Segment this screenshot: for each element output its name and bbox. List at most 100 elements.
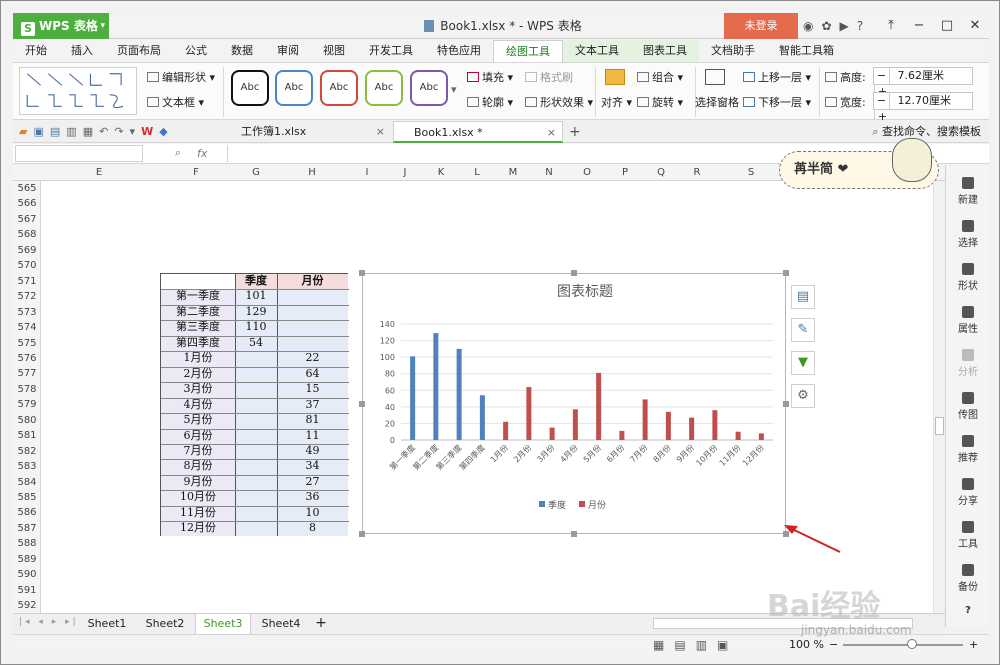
row-label[interactable]: 第一季度	[161, 289, 235, 304]
row-label[interactable]: 7月份	[161, 444, 235, 459]
row-label[interactable]: 10月份	[161, 490, 235, 505]
page-layout-view-icon[interactable]: ▤	[674, 638, 685, 652]
sheet-tab[interactable]: Sheet1	[79, 614, 135, 634]
help-icon[interactable]: ?	[857, 19, 863, 33]
width-stepper[interactable]: − 12.70厘米 +	[873, 92, 973, 125]
width-input[interactable]: 12.70厘米	[894, 93, 954, 109]
row-label[interactable]: 11月份	[161, 506, 235, 521]
row-label[interactable]: 第三季度	[161, 320, 235, 335]
row-label[interactable]: 1月份	[161, 351, 235, 366]
style-preset-4[interactable]: Abc	[365, 70, 403, 106]
column-header[interactable]: O	[567, 165, 607, 181]
chart-elements-icon[interactable]: ▤	[791, 285, 815, 309]
column-header[interactable]: J	[387, 165, 423, 181]
edit-shape-button[interactable]: 编辑形状 ▾	[147, 69, 215, 85]
column-header[interactable]: P	[607, 165, 643, 181]
row-header[interactable]: 576	[13, 351, 41, 366]
skin-icon[interactable]: ◉	[803, 19, 813, 33]
zoom-out-button[interactable]: −	[829, 635, 838, 655]
column-header[interactable]: E	[41, 165, 157, 181]
row-header[interactable]: 591	[13, 583, 41, 598]
column-header[interactable]: L	[459, 165, 495, 181]
month-value[interactable]: 37	[277, 398, 348, 413]
zoom-level[interactable]: 100 %	[789, 635, 824, 655]
right-panel-item[interactable]: 选择	[946, 220, 990, 249]
ribbon-tab[interactable]: 页面布局	[105, 40, 173, 62]
style-preset-1[interactable]: Abc	[231, 70, 269, 106]
shape-effects-button[interactable]: 形状效果 ▾	[525, 94, 593, 110]
row-header[interactable]: 587	[13, 521, 41, 536]
style-more-icon[interactable]: ▾	[451, 83, 457, 96]
column-header[interactable]: S	[715, 165, 787, 181]
month-value[interactable]: 36	[277, 490, 348, 505]
right-panel-item[interactable]: 传图	[946, 392, 990, 421]
undo-icon[interactable]: ↶	[99, 125, 108, 138]
send-backward-button[interactable]: 下移一层 ▾	[743, 94, 811, 110]
ribbon-tab[interactable]: 公式	[173, 40, 219, 62]
zoom-slider-knob[interactable]	[907, 639, 917, 649]
ribbon-tab[interactable]: 图表工具	[631, 40, 699, 62]
row-label[interactable]: 5月份	[161, 413, 235, 428]
app-menu-button[interactable]: S WPS 表格 ▾	[13, 13, 109, 39]
row-header[interactable]: 586	[13, 505, 41, 520]
ribbon-tab[interactable]: 绘图工具	[493, 40, 563, 62]
resize-handle[interactable]	[783, 401, 789, 407]
row-label[interactable]: 6月份	[161, 429, 235, 444]
row-header[interactable]: 575	[13, 336, 41, 351]
bring-forward-button[interactable]: 上移一层 ▾	[743, 69, 811, 85]
search-commands-input[interactable]: ⌕ 查找命令、搜索模板	[872, 121, 981, 143]
column-header[interactable]: R	[679, 165, 715, 181]
add-sheet-button[interactable]: +	[311, 614, 331, 634]
restore-icon[interactable]: ⤒	[877, 13, 905, 39]
resize-handle[interactable]	[359, 401, 365, 407]
close-icon[interactable]: ×	[376, 121, 385, 143]
minimize-icon[interactable]: −	[905, 13, 933, 39]
row-header[interactable]: 579	[13, 397, 41, 412]
chart-object[interactable]: 图表标题 0 20 40 60 80 100 120 140 第一季度 第二季度 第三季度 第四季度 1月…	[362, 273, 786, 534]
column-header[interactable]: M	[495, 165, 531, 181]
chart-style-brush-icon[interactable]: ✎	[791, 318, 815, 342]
month-value[interactable]: 49	[277, 444, 348, 459]
header-month[interactable]: 月份	[277, 274, 348, 289]
save-icon[interactable]: ▣	[33, 125, 43, 138]
right-panel-item[interactable]: 推荐	[946, 435, 990, 464]
open-folder-icon[interactable]: ▰	[19, 125, 27, 138]
right-panel-item[interactable]: 属性	[946, 306, 990, 335]
zoom-slider[interactable]	[843, 644, 963, 646]
chart-filter-icon[interactable]: ▼	[791, 351, 815, 375]
ribbon-tab[interactable]: 开始	[13, 40, 59, 62]
right-panel-item[interactable]: 工具	[946, 521, 990, 550]
ribbon-tab[interactable]: 文档助手	[699, 40, 767, 62]
row-header[interactable]: 582	[13, 444, 41, 459]
close-icon[interactable]: ×	[547, 122, 556, 144]
row-label[interactable]: 第四季度	[161, 336, 235, 351]
export-icon[interactable]: ▶	[840, 19, 849, 33]
column-header[interactable]: I	[347, 165, 387, 181]
quarter-value[interactable]: 101	[235, 289, 277, 304]
cube-icon[interactable]: ◆	[159, 125, 167, 138]
width-minus-button[interactable]: −	[874, 93, 890, 109]
month-value[interactable]: 22	[277, 351, 348, 366]
redo-icon[interactable]: ↷	[114, 125, 123, 138]
resize-handle[interactable]	[359, 531, 365, 537]
row-header[interactable]: 569	[13, 243, 41, 258]
close-icon[interactable]: ✕	[961, 13, 989, 39]
file-tab-book1[interactable]: Book1.xlsx * ×	[393, 121, 563, 143]
row-label[interactable]: 8月份	[161, 459, 235, 474]
scrollbar-thumb[interactable]	[935, 417, 944, 435]
row-header[interactable]: 565	[13, 181, 41, 196]
right-panel-item[interactable]: 分析	[946, 349, 990, 378]
zoom-search-icon[interactable]: ⌕	[175, 146, 181, 160]
row-header[interactable]: 588	[13, 536, 41, 551]
ribbon-tab[interactable]: 数据	[219, 40, 265, 62]
print-icon[interactable]: ▥	[66, 125, 76, 138]
login-button[interactable]: 未登录	[724, 13, 798, 39]
column-header[interactable]: Q	[643, 165, 679, 181]
month-value[interactable]: 10	[277, 506, 348, 521]
spreadsheet-grid[interactable]: EFGHIJKLMNOPQRS 565 566 567 568 569 570 571 572…	[13, 165, 945, 613]
row-header[interactable]: 570	[13, 258, 41, 273]
print-preview-icon[interactable]: ▤	[50, 125, 60, 138]
sheet-tab[interactable]: Sheet2	[137, 614, 193, 634]
right-panel-item[interactable]: 形状	[946, 263, 990, 292]
row-header[interactable]: 572	[13, 289, 41, 304]
